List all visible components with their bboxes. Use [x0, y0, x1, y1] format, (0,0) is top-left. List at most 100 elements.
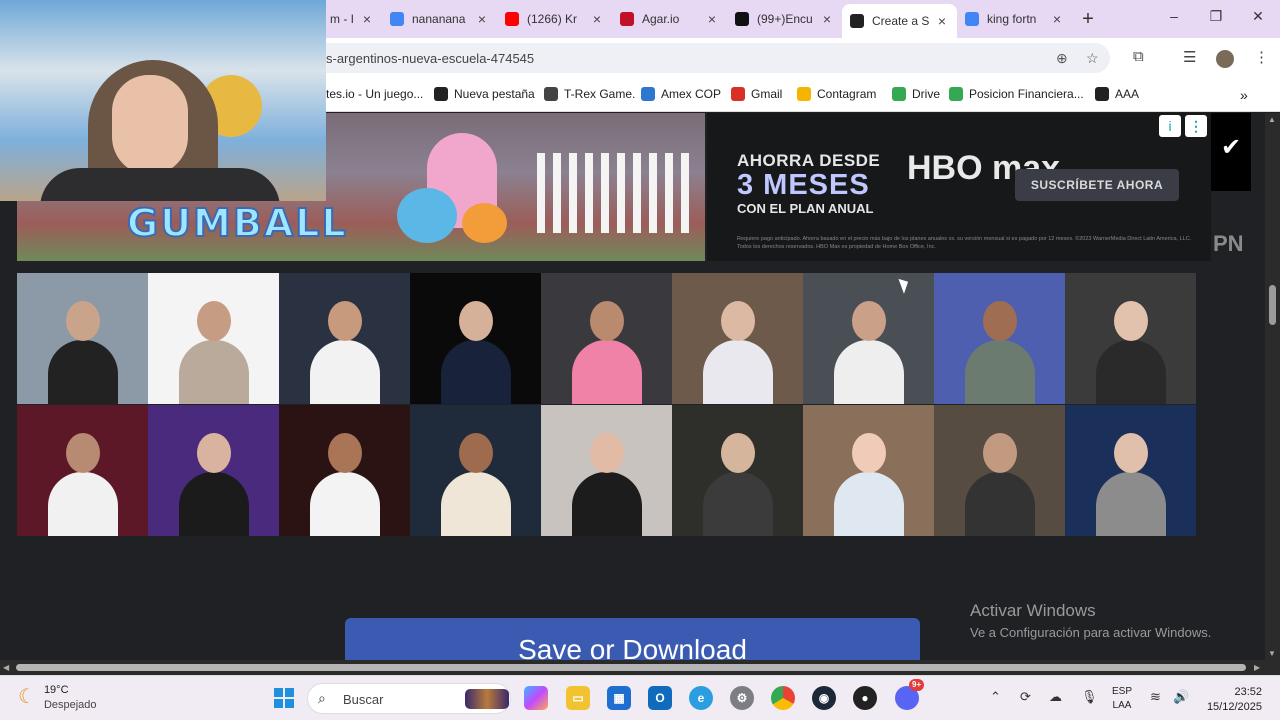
browser-menu-icon[interactable]: ⋮ [1254, 48, 1269, 66]
url-text[interactable]: s-argentinos-nueva-escuela-474545 [326, 51, 534, 66]
person-head [589, 301, 624, 341]
photo-thumbnail[interactable] [934, 273, 1065, 404]
profile-avatar[interactable] [1216, 50, 1234, 68]
settings-gear-icon[interactable]: ⚙ [730, 686, 754, 710]
restore-button[interactable]: ❐ [1206, 8, 1226, 25]
bookmark-item[interactable]: Posicion Financiera... [949, 87, 1084, 101]
vertical-scroll-thumb[interactable] [1269, 285, 1276, 325]
time: 23:52 [1234, 686, 1262, 698]
photo-thumbnail[interactable] [672, 273, 803, 404]
bookmark-item[interactable]: T-Rex Game. [544, 87, 635, 101]
chrome-icon[interactable] [771, 686, 795, 710]
scroll-up-icon[interactable]: ▲ [1268, 115, 1276, 124]
close-tab-icon[interactable]: × [475, 11, 489, 27]
save-or-download-button[interactable]: Save or Download [345, 618, 920, 660]
bookmark-item[interactable]: Gmail [731, 87, 782, 101]
browser-tab[interactable]: nananana × [382, 6, 497, 32]
horizontal-scrollbar[interactable]: ◀ ▶ [0, 660, 1280, 675]
sync-icon[interactable]: ⟳ [1020, 689, 1031, 705]
new-tab-button[interactable]: + [1078, 8, 1098, 31]
person-head [982, 301, 1017, 341]
minimize-button[interactable]: – [1164, 8, 1184, 24]
file-explorer-icon[interactable]: ▭ [566, 686, 590, 710]
close-tab-icon[interactable]: × [705, 11, 719, 27]
tiktok-icon [735, 12, 749, 26]
scroll-down-icon[interactable]: ▼ [1268, 649, 1276, 658]
photo-thumbnail[interactable] [148, 405, 279, 536]
photo-thumbnail[interactable] [148, 273, 279, 404]
microphone-icon[interactable]: 🎙 [1081, 689, 1098, 705]
bookmark-star-icon[interactable]: ☆ [1086, 50, 1099, 67]
browser-tab[interactable]: Create a S × [842, 4, 957, 38]
close-tab-icon[interactable]: × [935, 13, 949, 29]
close-tab-icon[interactable]: × [820, 11, 834, 27]
close-window-button[interactable]: ✕ [1248, 8, 1268, 25]
more-bookmarks-icon[interactable]: » [1240, 87, 1248, 103]
browser-tab[interactable]: (1266) Kr × [497, 6, 612, 32]
horizontal-scroll-thumb[interactable] [16, 664, 1246, 671]
hbo-ad[interactable]: AHORRA DESDE 3 MESES CON EL PLAN ANUAL H… [707, 113, 1211, 261]
media-icon[interactable]: ☰ [1183, 48, 1196, 66]
weather-widget[interactable]: ☾ 19°C Despejado [18, 684, 97, 711]
photo-thumbnail[interactable] [410, 273, 541, 404]
photo-thumbnail[interactable] [279, 405, 410, 536]
ad-menu-icon[interactable]: ⋮ [1185, 115, 1207, 137]
browser-tab[interactable]: Agar.io × [612, 6, 727, 32]
person-torso [47, 340, 118, 404]
language-indicator[interactable]: ESP LAA [1112, 685, 1132, 713]
person-head [1113, 301, 1148, 341]
photo-thumbnail[interactable] [17, 273, 148, 404]
taskbar-search[interactable]: ⌕ Buscar [307, 683, 511, 714]
ad-info-icon[interactable]: i [1159, 115, 1181, 137]
subscribe-button[interactable]: SUSCRÍBETE AHORA [1015, 169, 1179, 201]
discord-icon[interactable]: 9+ [895, 679, 925, 710]
browser-tab[interactable]: king fortn × [957, 6, 1072, 32]
photo-thumbnail[interactable] [279, 273, 410, 404]
photo-thumbnail[interactable] [410, 405, 541, 536]
recording-app-icon[interactable]: ● [853, 686, 877, 710]
bookmark-item[interactable]: Amex COP [641, 87, 721, 101]
photo-thumbnail[interactable] [541, 273, 672, 404]
tray-chevron-icon[interactable]: ⌃ [990, 689, 1001, 705]
photo-thumbnail[interactable] [541, 405, 672, 536]
extensions-icon[interactable]: ⧉ [1133, 48, 1144, 65]
close-tab-icon[interactable]: × [360, 11, 374, 27]
scroll-left-icon[interactable]: ◀ [3, 663, 9, 672]
edge-icon[interactable]: e [689, 686, 713, 710]
browser-tab[interactable]: (99+)Encu × [727, 6, 842, 32]
tab-title: Create a S [872, 14, 930, 28]
bookmark-item[interactable]: Drive [892, 87, 940, 101]
volume-icon[interactable]: 🔊 [1173, 689, 1189, 705]
photo-thumbnail[interactable] [1065, 273, 1196, 404]
photo-thumbnail[interactable] [934, 405, 1065, 536]
vertical-scrollbar[interactable]: ▲ ▼ [1265, 113, 1280, 660]
bookmark-item[interactable]: Nueva pestaña [434, 87, 535, 101]
person-torso [964, 472, 1035, 536]
photo-thumbnail[interactable] [17, 405, 148, 536]
close-tab-icon[interactable]: × [1050, 11, 1064, 27]
agar-icon [620, 12, 634, 26]
outlook-icon[interactable]: O [648, 686, 672, 710]
close-tab-icon[interactable]: × [590, 11, 604, 27]
store-icon[interactable]: ▦ [607, 686, 631, 710]
start-button[interactable] [274, 688, 294, 708]
bookmark-item[interactable]: AAA [1095, 87, 1139, 101]
bookmark-item[interactable]: tes.io - Un juego... [326, 87, 423, 101]
steam-icon[interactable]: ◉ [812, 686, 836, 710]
wifi-icon[interactable]: ≋ [1150, 689, 1161, 705]
moon-icon: ☾ [18, 686, 36, 708]
bookmark-item[interactable]: Contagram [797, 87, 876, 101]
person-head [851, 433, 886, 473]
copilot-icon[interactable] [524, 686, 548, 710]
photo-thumbnail[interactable] [672, 405, 803, 536]
photo-thumbnail[interactable] [1065, 405, 1196, 536]
clock[interactable]: 23:52 15/12/2025 [1204, 685, 1262, 715]
webcam-overlay [0, 0, 326, 201]
photo-thumbnail[interactable] [803, 273, 934, 404]
ad-headline-3: CON EL PLAN ANUAL [737, 201, 874, 216]
cloud-icon[interactable]: ☁ [1049, 689, 1062, 705]
address-bar[interactable]: s-argentinos-nueva-escuela-474545 ⊕ ☆ [250, 43, 1110, 73]
scroll-right-icon[interactable]: ▶ [1254, 663, 1260, 672]
zoom-icon[interactable]: ⊕ [1056, 50, 1068, 67]
photo-thumbnail[interactable] [803, 405, 934, 536]
